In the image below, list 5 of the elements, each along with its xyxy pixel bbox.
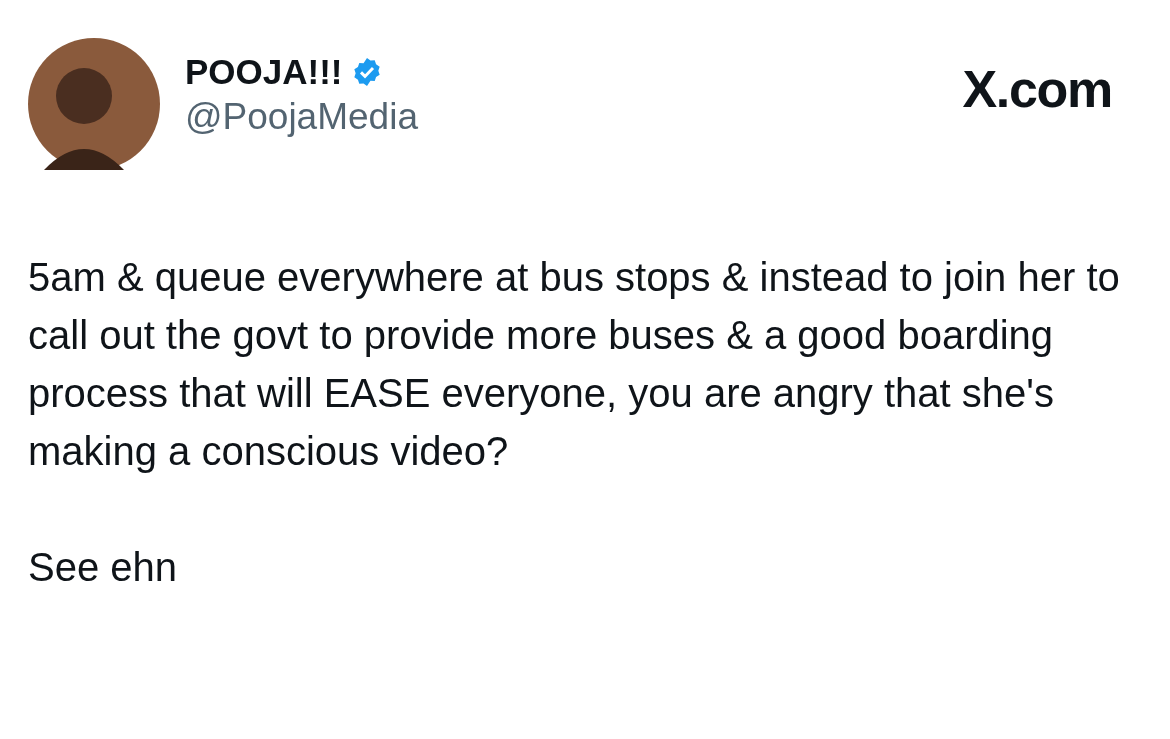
tweet-text: See ehn [28,544,179,591]
tweet-text: 5am & queue everywhere at bus stops & instead to join her to call out the govt to provide more buses & a good boarding process that will EASE everyone, you are angry that she's making a conscious video? [28,254,1121,475]
site-label: X.com [962,59,1112,120]
display-name: POOJA!!! [185,51,343,93]
username: @PoojaMedia [185,95,418,139]
